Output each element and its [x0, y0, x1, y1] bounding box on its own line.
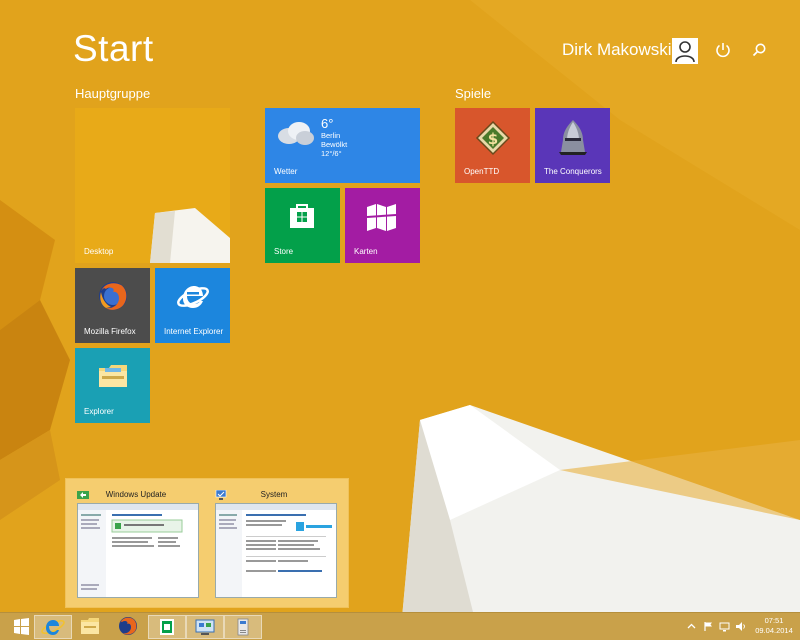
svg-text:$: $: [488, 130, 498, 148]
preview-system[interactable]: System: [208, 483, 340, 603]
network-icon[interactable]: [719, 621, 730, 632]
preview-windows-update[interactable]: Windows Update: [70, 483, 202, 603]
openttd-icon: $: [475, 120, 511, 156]
tile-weather[interactable]: 6° Berlin Bewölkt 12°/6° Wetter: [265, 108, 420, 183]
tile-the-conquerors[interactable]: The Conquerors: [535, 108, 610, 183]
tile-store-label: Store: [274, 247, 294, 256]
search-icon[interactable]: [749, 40, 769, 60]
weather-temperature: 6°: [321, 116, 334, 131]
clock-date: 09.04.2014: [755, 626, 793, 635]
folder-icon: [99, 365, 127, 387]
internet-explorer-icon: [41, 619, 65, 635]
group-label-spiele[interactable]: Spiele: [455, 86, 491, 101]
taskbar-control-panel[interactable]: [186, 615, 224, 639]
folder-icon: [81, 618, 99, 634]
system-clock[interactable]: 07:51 09.04.2014: [750, 616, 798, 636]
taskbar-system[interactable]: [224, 615, 262, 639]
tile-internet-explorer[interactable]: Internet Explorer: [155, 268, 230, 343]
preview-system-window: [215, 503, 337, 598]
chevron-up-icon[interactable]: [686, 621, 697, 632]
firefox-icon: [119, 617, 137, 635]
system-icon: [237, 618, 249, 636]
tile-explorer[interactable]: Explorer: [75, 348, 150, 423]
taskbar-preview-panel: Windows Update System: [65, 478, 349, 608]
tile-firefox-label: Mozilla Firefox: [84, 327, 136, 336]
clock-time: 07:51: [764, 616, 784, 625]
flag-icon[interactable]: [703, 621, 714, 632]
tile-firefox[interactable]: Mozilla Firefox: [75, 268, 150, 343]
windows-update-icon: [160, 619, 174, 635]
internet-explorer-icon: [177, 286, 209, 308]
knight-helmet-icon: [559, 120, 587, 155]
tile-internet-explorer-label: Internet Explorer: [164, 327, 224, 336]
tile-explorer-label: Explorer: [84, 407, 114, 416]
taskbar-file-explorer[interactable]: [72, 615, 110, 639]
tile-desktop[interactable]: Desktop: [75, 108, 230, 263]
user-name[interactable]: Dirk Makowski: [562, 40, 672, 60]
start-title: Start: [73, 28, 154, 69]
tile-desktop-label: Desktop: [84, 247, 114, 256]
firefox-icon: [99, 282, 127, 310]
taskbar-firefox[interactable]: [110, 615, 148, 639]
group-label-hauptgruppe[interactable]: Hauptgruppe: [75, 86, 150, 101]
map-icon: [366, 204, 397, 231]
control-panel-icon: [195, 619, 215, 635]
user-avatar-icon[interactable]: [672, 38, 698, 64]
cloud-icon: [278, 122, 314, 145]
weather-city: Berlin: [321, 131, 341, 140]
taskbar-internet-explorer[interactable]: [34, 615, 72, 639]
tile-the-conquerors-label: The Conquerors: [544, 167, 602, 176]
store-bag-icon: [290, 204, 314, 228]
tile-store[interactable]: Store: [265, 188, 340, 263]
taskbar: 07:51 09.04.2014: [0, 612, 800, 640]
tile-weather-label: Wetter: [274, 167, 298, 176]
tile-maps-label: Karten: [354, 247, 378, 256]
speaker-icon[interactable]: [735, 621, 746, 632]
preview-system-title: System: [260, 490, 288, 499]
preview-windows-update-title: Windows Update: [105, 490, 167, 499]
taskbar-windows-update[interactable]: [148, 615, 186, 639]
weather-condition: Bewölkt: [321, 140, 348, 149]
desktop-wallpaper-preview: [75, 108, 230, 263]
tile-openttd[interactable]: $ OpenTTD: [455, 108, 530, 183]
tile-maps[interactable]: Karten: [345, 188, 420, 263]
preview-windows-update-window: [77, 503, 199, 598]
weather-range: 12°/6°: [321, 149, 342, 158]
power-icon[interactable]: [713, 40, 733, 60]
tile-openttd-label: OpenTTD: [464, 167, 500, 176]
